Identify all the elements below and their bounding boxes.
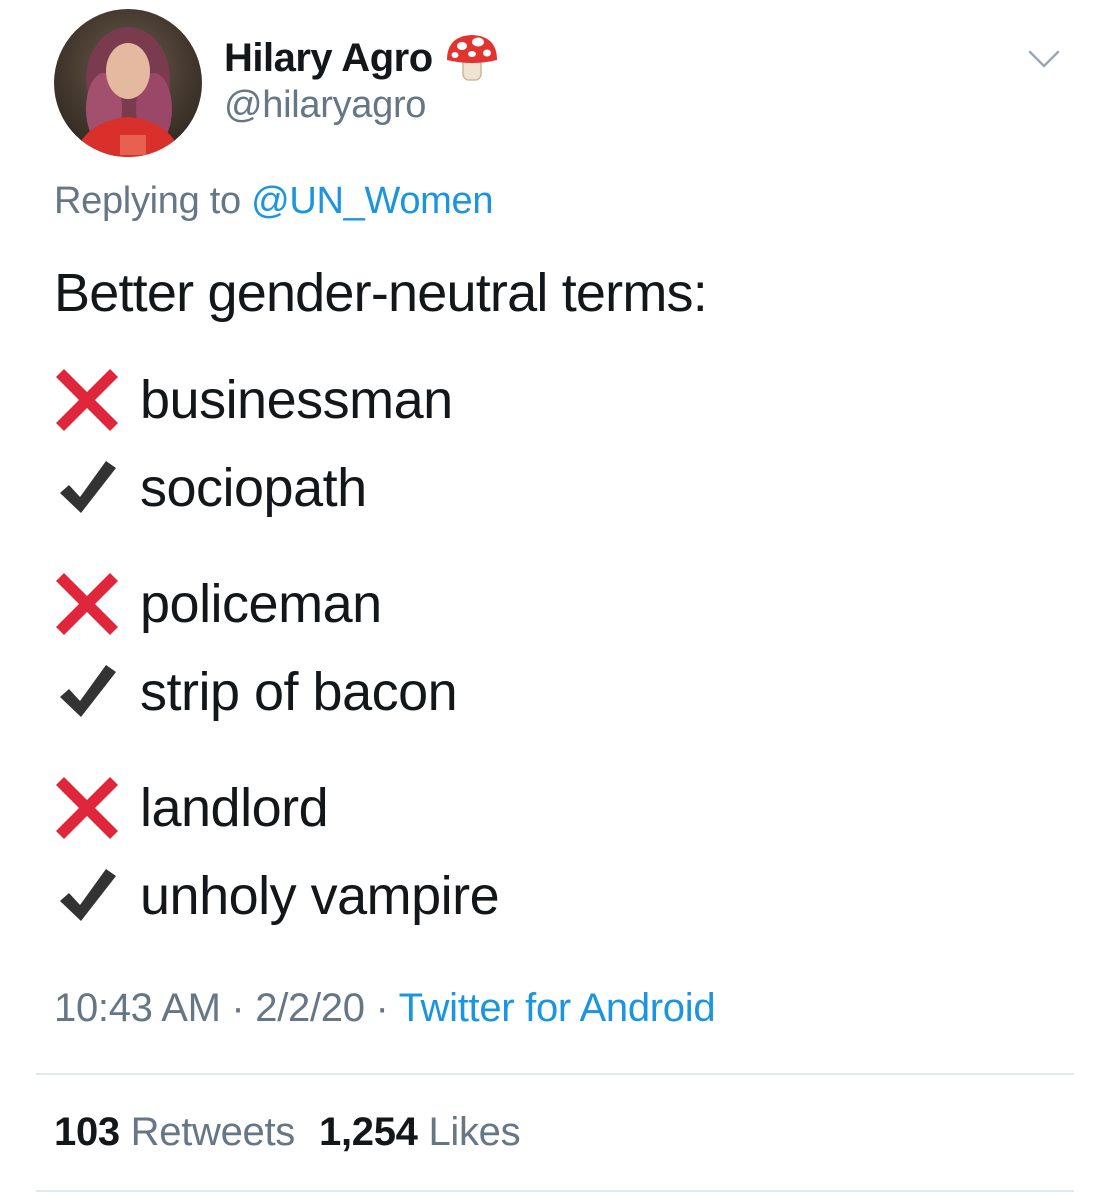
- user-handle[interactable]: @hilaryagro: [224, 84, 426, 127]
- term-pair: businessman sociopath: [54, 356, 1064, 532]
- wrong-term: policeman: [140, 574, 382, 634]
- tweet-card: Hilary Agro @hilaryagro Replying to @UN_…: [0, 0, 1111, 1200]
- right-term-line: unholy vampire: [54, 852, 1064, 940]
- right-term-line: strip of bacon: [54, 648, 1064, 736]
- meta-separator: ·: [364, 986, 399, 1030]
- check-mark-icon: [54, 863, 120, 929]
- retweets-stat[interactable]: 103 Retweets: [54, 1110, 295, 1155]
- display-name[interactable]: Hilary Agro: [224, 36, 433, 81]
- cross-mark-icon: [54, 571, 120, 637]
- divider: [36, 1073, 1074, 1075]
- reply-mention-link[interactable]: @UN_Women: [251, 180, 493, 222]
- reply-prefix: Replying to: [54, 180, 252, 222]
- divider: [36, 1190, 1074, 1192]
- check-mark-icon: [54, 455, 120, 521]
- right-term: sociopath: [140, 458, 367, 518]
- right-term: unholy vampire: [140, 866, 500, 926]
- term-pair: policeman strip of bacon: [54, 560, 1064, 736]
- meta-separator: ·: [220, 986, 256, 1030]
- tweet-meta: 10:43 AM · 2/2/20 · Twitter for Android: [54, 986, 716, 1031]
- tweet-stats: 103 Retweets 1,254 Likes: [54, 1110, 521, 1155]
- retweets-count: 103: [54, 1110, 120, 1154]
- right-term-line: sociopath: [54, 444, 1064, 532]
- retweets-label: Retweets: [130, 1110, 296, 1154]
- author-name-row: Hilary Agro: [224, 30, 499, 86]
- tweet-source-link[interactable]: Twitter for Android: [399, 986, 716, 1030]
- wrong-term: landlord: [140, 778, 329, 838]
- chevron-down-icon[interactable]: [1024, 44, 1064, 74]
- wrong-term-line: landlord: [54, 764, 1064, 852]
- avatar[interactable]: [54, 9, 202, 157]
- cross-mark-icon: [54, 367, 120, 433]
- tweet-date[interactable]: 2/2/20: [255, 986, 365, 1030]
- wrong-term-line: businessman: [54, 356, 1064, 444]
- cross-mark-icon: [54, 775, 120, 841]
- check-mark-icon: [54, 659, 120, 725]
- term-pair: landlord unholy vampire: [54, 764, 1064, 940]
- mushroom-icon: [445, 32, 499, 84]
- wrong-term-line: policeman: [54, 560, 1064, 648]
- likes-stat[interactable]: 1,254 Likes: [319, 1110, 521, 1155]
- tweet-text: Better gender-neutral terms: businessman…: [54, 258, 1064, 940]
- right-term: strip of bacon: [140, 662, 458, 722]
- tweet-time[interactable]: 10:43 AM: [54, 986, 221, 1030]
- avatar-image: [54, 9, 202, 157]
- wrong-term: businessman: [140, 370, 453, 430]
- reply-context: Replying to @UN_Women: [54, 180, 494, 223]
- likes-count: 1,254: [319, 1110, 418, 1154]
- tweet-intro: Better gender-neutral terms:: [54, 263, 708, 323]
- likes-label: Likes: [428, 1110, 521, 1154]
